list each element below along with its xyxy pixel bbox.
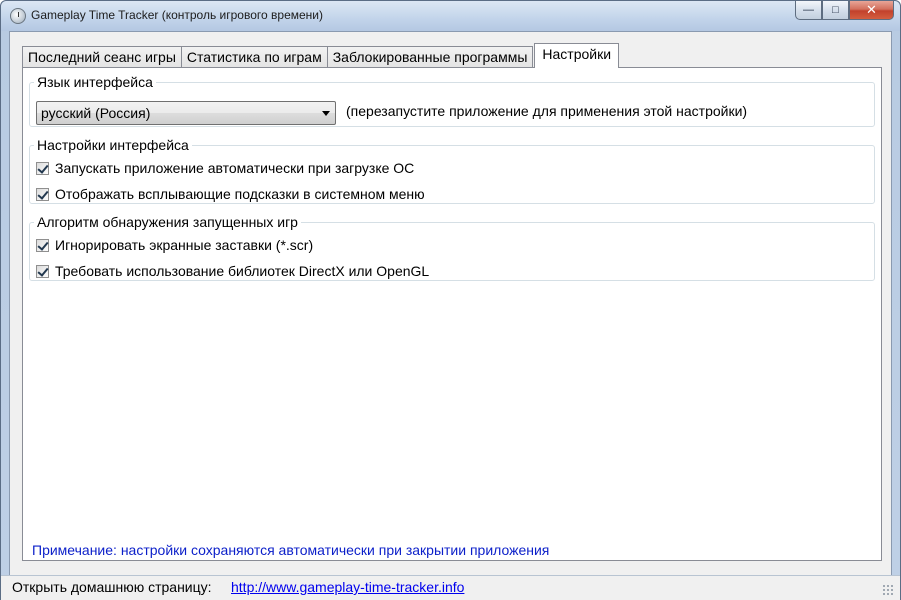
app-window: Gameplay Time Tracker (контроль игрового… (0, 0, 901, 600)
title-bar[interactable]: Gameplay Time Tracker (контроль игрового… (1, 1, 900, 31)
tab-settings[interactable]: Настройки (534, 43, 620, 68)
autosave-note: Примечание: настройки сохраняются автома… (32, 542, 550, 558)
tab-blocked-programs[interactable]: Заблокированные программы (326, 46, 534, 68)
restart-hint: (перезапустите приложение для применения… (346, 103, 748, 119)
tray-tooltips-checkbox[interactable] (36, 187, 49, 201)
resize-grip-icon[interactable] (882, 584, 894, 596)
settings-panel: Язык интерфейса русский (Россия) (переза… (22, 67, 882, 561)
require-directx-option[interactable]: Требовать использование библиотек Direct… (36, 263, 429, 279)
language-group: Язык интерфейса русский (Россия) (переза… (29, 74, 875, 127)
autostart-label: Запускать приложение автоматически при з… (55, 160, 415, 176)
tray-tooltips-label: Отображать всплывающие подсказки в систе… (55, 186, 425, 202)
stopwatch-icon (10, 8, 26, 24)
close-button[interactable]: ✕ (849, 1, 894, 20)
require-directx-checkbox[interactable] (36, 264, 49, 278)
require-directx-label: Требовать использование библиотек Direct… (55, 263, 430, 279)
maximize-button[interactable]: □ (822, 1, 849, 20)
homepage-link[interactable]: http://www.gameplay-time-tracker.info (231, 579, 464, 595)
window-title: Gameplay Time Tracker (контроль игрового… (31, 8, 323, 22)
caption-buttons: — □ ✕ (795, 1, 894, 20)
ignore-screensavers-checkbox[interactable] (36, 238, 49, 252)
status-bar: Открыть домашнюю страницу: http://www.ga… (1, 575, 900, 600)
interface-group-legend: Настройки интерфейса (37, 137, 189, 153)
ignore-screensavers-option[interactable]: Игнорировать экранные заставки (*.scr) (36, 237, 313, 253)
client-area: Последний сеанс игры Статистика по играм… (9, 31, 892, 594)
tab-game-statistics[interactable]: Статистика по играм (180, 46, 328, 68)
ignore-screensavers-label: Игнорировать экранные заставки (*.scr) (55, 237, 314, 253)
tab-strip: Последний сеанс игры Статистика по играм… (22, 43, 620, 68)
detection-group: Алгоритм обнаружения запущенных игр Игно… (29, 214, 875, 281)
tray-tooltips-option[interactable]: Отображать всплывающие подсказки в систе… (36, 186, 425, 202)
interface-group: Настройки интерфейса Запускать приложени… (29, 137, 875, 204)
language-select[interactable]: русский (Россия) (36, 101, 336, 125)
minimize-button[interactable]: — (795, 1, 822, 20)
language-select-value: русский (Россия) (41, 105, 151, 121)
homepage-label: Открыть домашнюю страницу: (12, 579, 212, 595)
language-group-legend: Язык интерфейса (37, 74, 153, 90)
autostart-option[interactable]: Запускать приложение автоматически при з… (36, 160, 414, 176)
detection-group-legend: Алгоритм обнаружения запущенных игр (37, 214, 298, 230)
autostart-checkbox[interactable] (36, 161, 49, 175)
tab-last-session[interactable]: Последний сеанс игры (22, 46, 182, 68)
chevron-down-icon[interactable] (322, 111, 330, 116)
